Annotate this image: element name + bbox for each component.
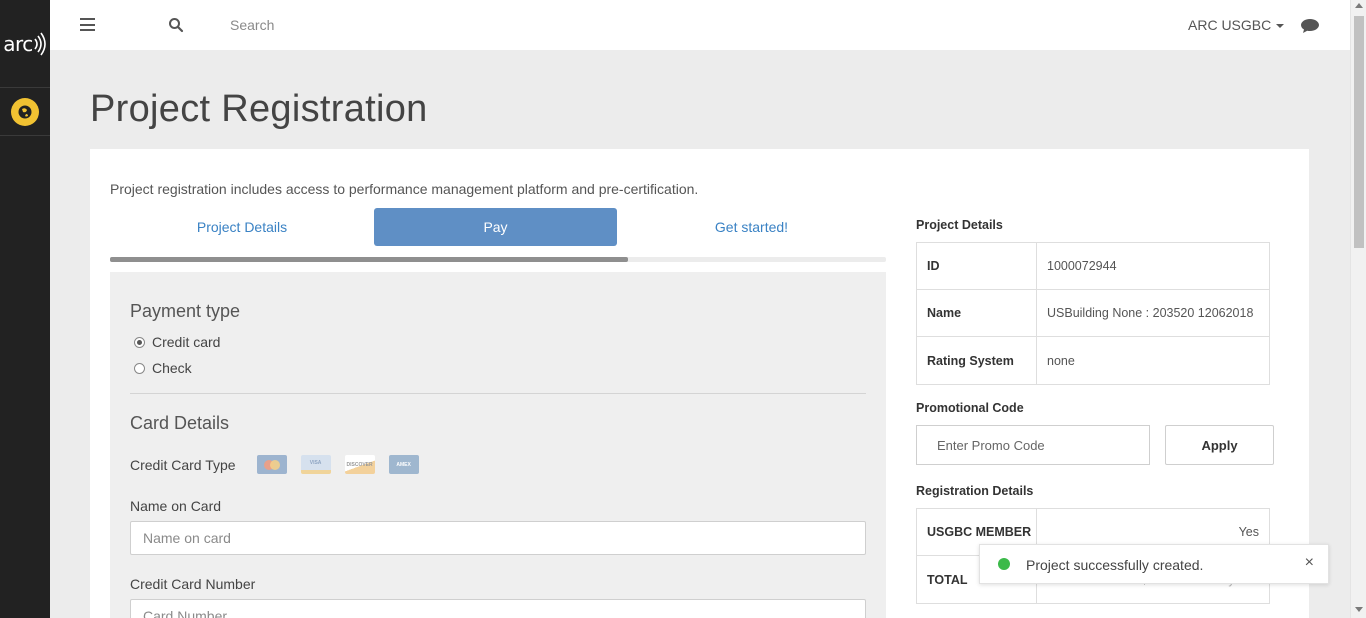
project-details-table: ID 1000072944 Name USBuilding None : 203… bbox=[916, 242, 1270, 385]
step-get-started[interactable]: Get started! bbox=[617, 208, 886, 246]
credit-card-type: Credit Card Type VISA DISCOVER AMEX bbox=[130, 455, 419, 474]
caret-down-icon bbox=[1276, 24, 1285, 29]
scrollbar[interactable] bbox=[1350, 0, 1366, 618]
card-number-label: Credit Card Number bbox=[130, 576, 256, 592]
amex-icon[interactable]: AMEX bbox=[388, 455, 419, 474]
row-value: USBuilding None : 203520 12062018 bbox=[1047, 306, 1254, 320]
page-title: Project Registration bbox=[90, 88, 428, 130]
row-value: none bbox=[1047, 353, 1075, 368]
registration-details-title: Registration Details bbox=[916, 484, 1034, 498]
card-details-title: Card Details bbox=[130, 413, 230, 433]
close-icon[interactable]: × bbox=[1305, 554, 1314, 572]
chat-icon[interactable] bbox=[1300, 18, 1320, 34]
row-value: 1000072944 bbox=[1047, 259, 1117, 273]
card-number-input[interactable] bbox=[130, 599, 866, 618]
user-menu[interactable]: ARC USGBC bbox=[1188, 17, 1285, 33]
scroll-thumb[interactable] bbox=[1354, 16, 1364, 248]
step-project-details[interactable]: Project Details bbox=[110, 208, 374, 246]
table-row: Rating System none bbox=[917, 337, 1269, 384]
signal-waves-icon bbox=[34, 32, 46, 55]
promo-code-input[interactable] bbox=[916, 425, 1150, 465]
menu-icon[interactable] bbox=[80, 18, 95, 31]
project-details-title: Project Details bbox=[916, 218, 1003, 232]
scroll-down-icon[interactable] bbox=[1355, 607, 1363, 612]
scroll-up-icon[interactable] bbox=[1355, 3, 1363, 8]
name-on-card-input[interactable] bbox=[130, 521, 866, 555]
radio-button[interactable] bbox=[134, 336, 145, 348]
payment-panel: Payment type Credit card Check Card Deta… bbox=[110, 272, 886, 618]
table-row: Name USBuilding None : 203520 12062018 bbox=[917, 290, 1269, 337]
globe-icon bbox=[11, 97, 39, 126]
search-icon[interactable] bbox=[168, 17, 184, 33]
name-on-card-label: Name on Card bbox=[130, 498, 222, 514]
user-name: ARC USGBC bbox=[1188, 17, 1272, 33]
promo-code-title: Promotional Code bbox=[916, 401, 1024, 415]
success-toast: Project successfully created. × bbox=[979, 544, 1329, 584]
radio-label: Credit card bbox=[152, 334, 221, 350]
table-row: ID 1000072944 bbox=[917, 243, 1269, 290]
row-key: ID bbox=[917, 243, 1037, 289]
progress-bar bbox=[110, 257, 886, 262]
step-tabs: Project Details Pay Get started! bbox=[110, 208, 886, 248]
sidebar-item-projects[interactable] bbox=[0, 88, 50, 136]
mastercard-icon[interactable] bbox=[256, 455, 287, 474]
discover-icon[interactable]: DISCOVER bbox=[344, 455, 375, 474]
arc-logo[interactable]: arc bbox=[0, 0, 50, 88]
visa-icon[interactable]: VISA bbox=[300, 455, 331, 474]
credit-card-type-label: Credit Card Type bbox=[130, 456, 236, 473]
search-input[interactable] bbox=[230, 12, 630, 38]
intro-text: Project registration includes access to … bbox=[110, 181, 699, 197]
toast-message: Project successfully created. bbox=[1026, 557, 1204, 573]
apply-button[interactable]: Apply bbox=[1165, 425, 1274, 465]
radio-check[interactable]: Check bbox=[134, 360, 192, 376]
progress-fill bbox=[110, 257, 628, 262]
step-pay[interactable]: Pay bbox=[374, 208, 617, 246]
radio-label: Check bbox=[152, 360, 192, 376]
divider bbox=[130, 393, 866, 394]
radio-credit-card[interactable]: Credit card bbox=[134, 334, 220, 350]
success-dot-icon bbox=[998, 558, 1010, 570]
sidebar: arc bbox=[0, 0, 50, 618]
payment-type-title: Payment type bbox=[130, 301, 241, 321]
row-key: Name bbox=[917, 290, 1037, 336]
row-key: Rating System bbox=[917, 337, 1037, 384]
top-bar: ARC USGBC bbox=[50, 0, 1350, 50]
logo-text: arc bbox=[3, 31, 33, 56]
radio-button[interactable] bbox=[134, 362, 145, 374]
